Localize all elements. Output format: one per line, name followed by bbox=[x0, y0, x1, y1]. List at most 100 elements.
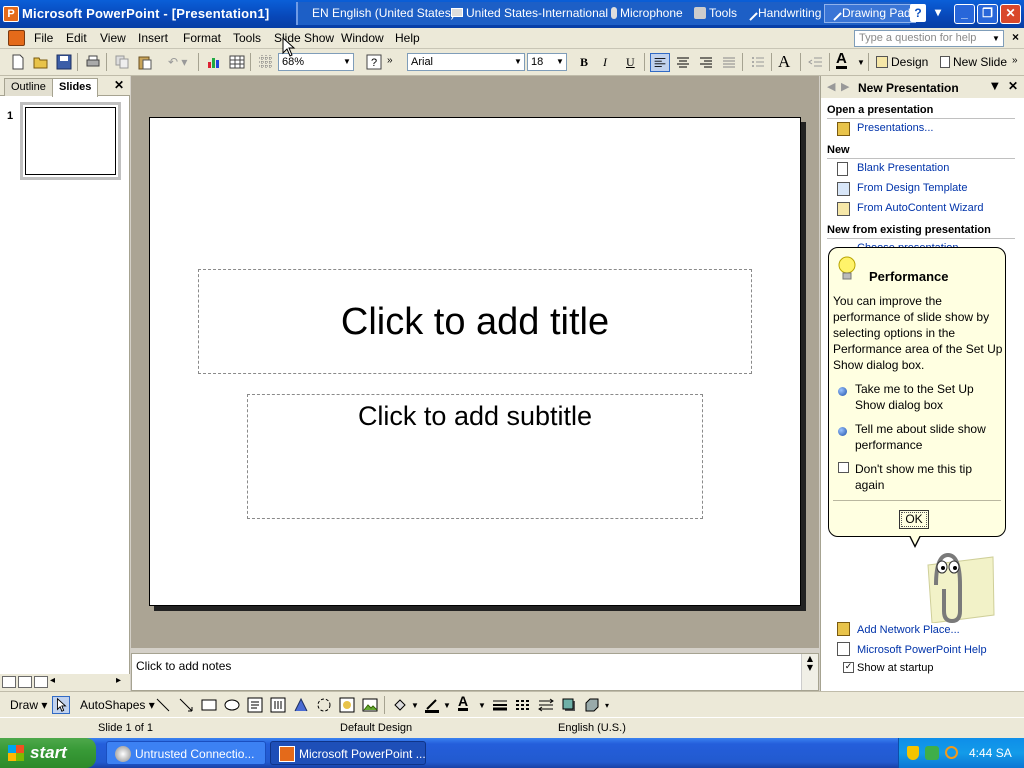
font-select[interactable]: Arial ▼ bbox=[407, 53, 525, 71]
chevron-down-icon[interactable]: ▼ bbox=[512, 54, 524, 70]
dash-style-icon[interactable] bbox=[515, 697, 531, 713]
scroll-right-icon[interactable]: ▸ bbox=[116, 675, 121, 686]
menu-file[interactable]: File bbox=[34, 31, 53, 45]
microphone-button[interactable]: Microphone bbox=[611, 6, 683, 20]
clip-art-icon[interactable] bbox=[339, 697, 355, 713]
menu-tools[interactable]: Tools bbox=[233, 31, 261, 45]
paste-icon[interactable] bbox=[137, 54, 153, 70]
arrow-style-icon[interactable] bbox=[538, 697, 554, 713]
undo-icon[interactable]: ↶ ▾ bbox=[168, 55, 187, 69]
handwriting-button[interactable]: Handwriting bbox=[742, 5, 821, 21]
chevron-down-icon[interactable]: ▼ bbox=[857, 58, 865, 67]
design-button[interactable]: Design bbox=[876, 55, 928, 69]
scroll-left-icon[interactable]: ◂ bbox=[50, 675, 55, 686]
drawing-pad-button[interactable]: Drawing Pad bbox=[824, 4, 916, 23]
font-size-select[interactable]: 18 ▼ bbox=[527, 53, 567, 71]
text-box-icon[interactable] bbox=[247, 697, 263, 713]
draw-menu-button[interactable]: Draw ▾ bbox=[10, 698, 47, 712]
bold-button[interactable]: B bbox=[580, 55, 588, 70]
ok-button[interactable]: OK bbox=[899, 510, 929, 529]
menu-edit[interactable]: Edit bbox=[66, 31, 87, 45]
maximize-button[interactable]: ❐ bbox=[977, 4, 998, 24]
close-icon[interactable]: ✕ bbox=[114, 78, 124, 92]
insert-table-icon[interactable] bbox=[229, 54, 245, 70]
option-set-up-show[interactable]: Take me to the Set Up Show dialog box bbox=[855, 381, 1003, 413]
toolbar-options-chevron-icon[interactable]: » bbox=[1012, 55, 1018, 66]
start-button[interactable]: start bbox=[0, 738, 96, 768]
increase-font-size-icon[interactable]: A bbox=[778, 52, 790, 72]
chevron-down-icon[interactable]: ▾ bbox=[605, 701, 609, 710]
font-color-icon[interactable]: A bbox=[458, 694, 469, 711]
back-arrow-icon[interactable]: ◀ bbox=[827, 80, 835, 93]
new-document-icon[interactable] bbox=[10, 54, 26, 70]
title-placeholder[interactable]: Click to add title bbox=[198, 269, 752, 374]
design-template-link[interactable]: From Design Template bbox=[857, 182, 967, 194]
line-color-icon[interactable] bbox=[424, 697, 440, 713]
subtitle-placeholder[interactable]: Click to add subtitle bbox=[247, 394, 703, 519]
menu-window[interactable]: Window bbox=[341, 31, 384, 45]
chevron-down-icon[interactable]: ▼ bbox=[990, 31, 1002, 46]
italic-button[interactable]: I bbox=[603, 55, 607, 70]
title-bar[interactable]: P Microsoft PowerPoint - [Presentation1]… bbox=[0, 0, 1024, 28]
office-assistant-clippy-icon[interactable] bbox=[898, 545, 998, 623]
normal-view-icon[interactable] bbox=[2, 676, 16, 688]
powerpoint-app-icon[interactable]: P bbox=[3, 6, 19, 22]
line-icon[interactable] bbox=[155, 697, 171, 713]
search-icon[interactable] bbox=[945, 746, 958, 759]
slide-thumbnail[interactable] bbox=[20, 102, 121, 180]
align-right-icon[interactable] bbox=[698, 54, 714, 70]
shadow-style-icon[interactable] bbox=[561, 697, 577, 713]
align-left-icon[interactable] bbox=[650, 53, 670, 72]
keyboard-layout[interactable]: United States-International bbox=[451, 6, 608, 20]
slide-show-view-icon[interactable] bbox=[34, 676, 48, 688]
wordart-icon[interactable] bbox=[293, 697, 309, 713]
notes-pane[interactable]: Click to add notes ▲ ▼ bbox=[131, 653, 819, 691]
justify-icon[interactable] bbox=[721, 54, 737, 70]
forward-arrow-icon[interactable]: ▶ bbox=[841, 80, 849, 93]
menu-help[interactable]: Help bbox=[395, 31, 420, 45]
autocontent-wizard-link[interactable]: From AutoContent Wizard bbox=[857, 202, 984, 214]
add-network-place-link[interactable]: Add Network Place... bbox=[857, 624, 960, 636]
show-at-startup-checkbox[interactable]: ✓ bbox=[843, 662, 854, 673]
open-folder-icon[interactable] bbox=[33, 54, 49, 70]
tools-button[interactable]: Tools bbox=[694, 6, 737, 20]
rectangle-icon[interactable] bbox=[201, 697, 217, 713]
oval-icon[interactable] bbox=[224, 697, 240, 713]
notes-scrollbar[interactable]: ▲ ▼ bbox=[801, 654, 818, 690]
autoshapes-menu-button[interactable]: AutoShapes ▾ bbox=[80, 698, 155, 712]
slide-sorter-view-icon[interactable] bbox=[18, 676, 32, 688]
3d-style-icon[interactable] bbox=[584, 697, 600, 713]
document-control-icon[interactable] bbox=[8, 30, 25, 46]
chevron-down-icon[interactable]: ▼ bbox=[341, 54, 353, 70]
taskbar-item-untrusted-connection[interactable]: Untrusted Connectio... bbox=[106, 741, 266, 765]
diagram-icon[interactable] bbox=[316, 697, 332, 713]
fill-color-icon[interactable] bbox=[392, 697, 408, 713]
insert-picture-icon[interactable] bbox=[362, 697, 378, 713]
line-style-icon[interactable] bbox=[492, 697, 508, 713]
save-icon[interactable] bbox=[56, 54, 72, 70]
grid-icon[interactable] bbox=[258, 54, 274, 70]
close-button[interactable]: ✕ bbox=[1000, 4, 1021, 24]
menu-view[interactable]: View bbox=[100, 31, 126, 45]
bullets-icon[interactable] bbox=[750, 54, 766, 70]
underline-button[interactable]: U bbox=[626, 55, 635, 70]
toolbar-options-chevron-icon[interactable]: » bbox=[387, 55, 393, 66]
font-color-icon[interactable]: A bbox=[836, 51, 847, 69]
arrow-icon[interactable] bbox=[178, 697, 194, 713]
presentations-link[interactable]: Presentations... bbox=[857, 122, 933, 134]
help-search-input[interactable]: Type a question for help ▼ bbox=[854, 30, 1004, 47]
option-performance-help[interactable]: Tell me about slide show performance bbox=[855, 421, 1003, 453]
print-icon[interactable] bbox=[85, 54, 101, 70]
decrease-indent-icon[interactable] bbox=[808, 54, 824, 70]
minimize-button[interactable]: _ bbox=[954, 4, 975, 24]
tab-outline[interactable]: Outline bbox=[4, 78, 53, 96]
menu-insert[interactable]: Insert bbox=[138, 31, 168, 45]
language-indicator[interactable]: EN English (United States) bbox=[312, 6, 455, 20]
copy-icon[interactable] bbox=[114, 54, 130, 70]
chevron-down-icon[interactable]: ▼ bbox=[411, 701, 419, 710]
chevron-down-icon[interactable]: ▼ bbox=[478, 701, 486, 710]
insert-chart-icon[interactable] bbox=[206, 54, 222, 70]
security-shield-icon[interactable] bbox=[907, 746, 919, 760]
language-bar-options-icon[interactable]: ▾ bbox=[932, 4, 944, 24]
chevron-down-icon[interactable]: ▼ bbox=[991, 81, 999, 92]
